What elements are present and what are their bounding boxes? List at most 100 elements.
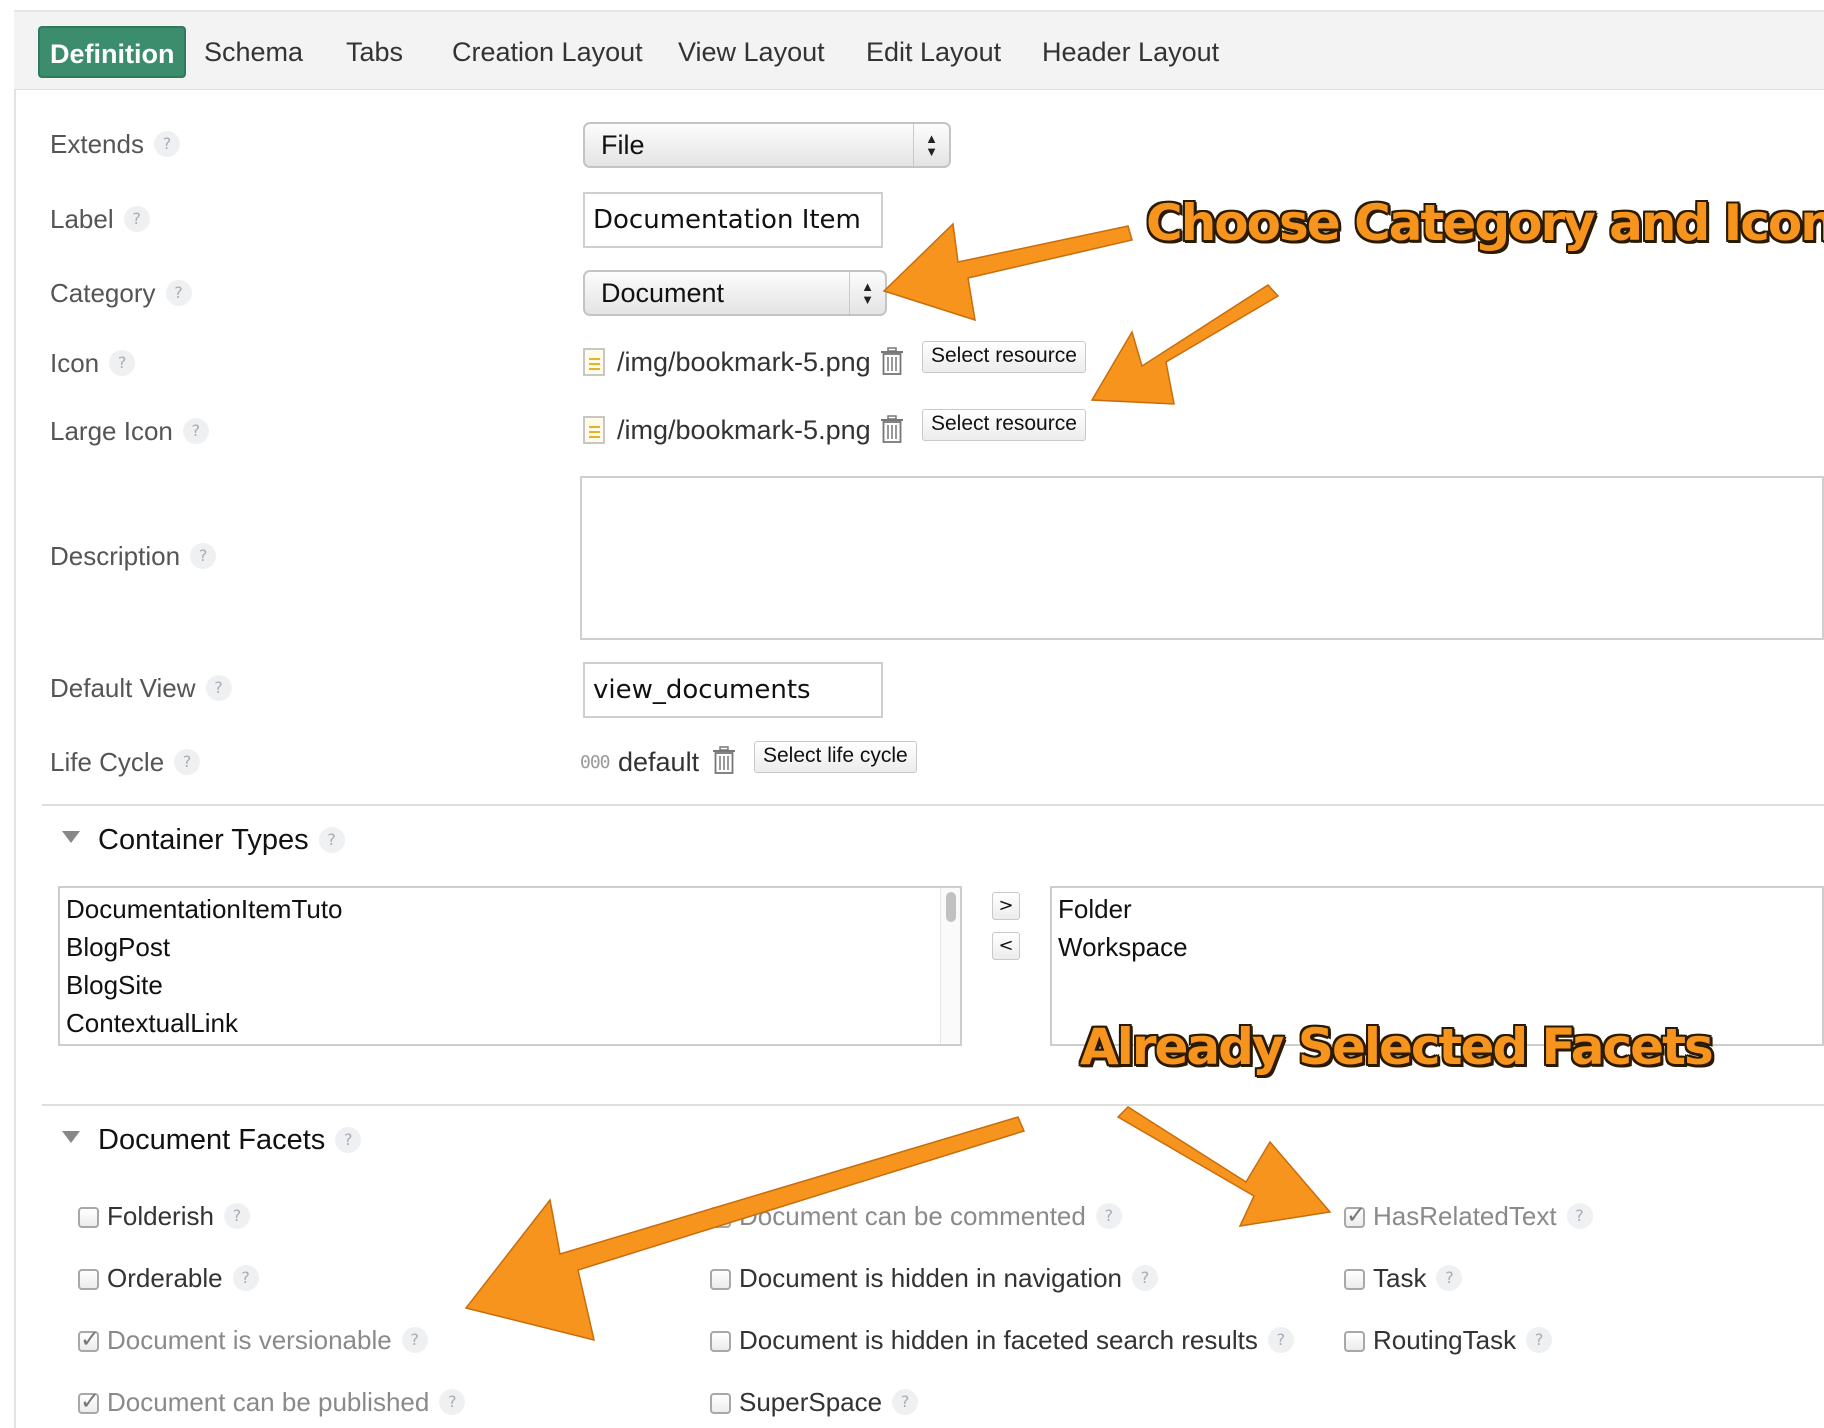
collapse-triangle-icon[interactable] xyxy=(62,831,80,843)
extends-label-text: Extends xyxy=(50,129,144,159)
facet-checkbox xyxy=(78,1387,100,1415)
facet-label: RoutingTask xyxy=(1373,1325,1517,1355)
scrollbar-thumb[interactable] xyxy=(946,892,956,922)
select-icon-resource-button[interactable]: Select resource xyxy=(922,341,1086,373)
trash-icon[interactable] xyxy=(880,415,904,443)
extends-select-value: File xyxy=(601,130,645,160)
arrow-to-right-facet xyxy=(1116,1106,1332,1227)
facet-checkbox xyxy=(710,1201,732,1229)
tab-schema[interactable]: Schema xyxy=(204,12,303,92)
life-cycle-icon: 000 xyxy=(580,752,610,773)
facet-label: HasRelatedText xyxy=(1373,1201,1557,1231)
facet-checkbox[interactable] xyxy=(710,1269,731,1290)
help-icon[interactable]: ? xyxy=(892,1389,919,1415)
container-types-title: Container Types xyxy=(98,824,309,856)
help-icon[interactable]: ? xyxy=(182,418,209,444)
tab-definition[interactable]: Definition xyxy=(38,26,187,78)
facet-label: SuperSpace xyxy=(739,1387,883,1417)
container-types-header[interactable]: Container Types? xyxy=(62,824,345,857)
label-label-text: Label xyxy=(50,204,114,234)
large-icon-path: /img/bookmark-5.png xyxy=(617,415,871,445)
help-icon[interactable]: ? xyxy=(1436,1265,1463,1291)
facet-routing-task: RoutingTask? xyxy=(1344,1325,1553,1356)
facet-label: Document is hidden in faceted search res… xyxy=(739,1325,1258,1355)
help-icon[interactable]: ? xyxy=(401,1327,428,1353)
annotation-choose-category: Choose Category and Icons xyxy=(1146,194,1824,252)
list-item[interactable]: Workspace xyxy=(1052,928,1822,966)
list-item[interactable]: ContextualLink xyxy=(60,1004,960,1042)
help-icon[interactable]: ? xyxy=(223,1203,250,1229)
facet-checkbox[interactable] xyxy=(1344,1331,1365,1352)
help-icon[interactable]: ? xyxy=(205,675,232,701)
arrow-to-select-resource xyxy=(1090,284,1280,405)
collapse-triangle-icon[interactable] xyxy=(62,1131,80,1143)
trash-icon[interactable] xyxy=(880,347,904,375)
category-select[interactable]: Document ▲ ▼ xyxy=(583,270,887,316)
icon-label-text: Icon xyxy=(50,348,100,378)
facet-label: Task xyxy=(1373,1263,1427,1293)
trash-icon[interactable] xyxy=(712,746,736,774)
help-icon[interactable]: ? xyxy=(232,1265,259,1291)
select-life-cycle-button[interactable]: Select life cycle xyxy=(754,741,917,773)
label-input[interactable]: Documentation Item xyxy=(583,192,883,248)
tab-tabs[interactable]: Tabs xyxy=(346,12,403,92)
help-icon[interactable]: ? xyxy=(439,1389,466,1415)
select-arrows-icon: ▲ ▼ xyxy=(913,124,949,166)
help-icon[interactable]: ? xyxy=(1095,1203,1122,1229)
help-icon[interactable]: ? xyxy=(123,206,150,232)
facet-commentable: Document can be commented? xyxy=(710,1201,1122,1232)
remove-container-type-button[interactable]: < xyxy=(992,932,1020,960)
facet-checkbox[interactable] xyxy=(710,1331,731,1352)
facet-label: Folderish xyxy=(107,1201,214,1231)
life-cycle-label: Life Cycle? xyxy=(50,747,201,778)
tab-edit-layout[interactable]: Edit Layout xyxy=(866,12,1001,92)
tab-creation-layout[interactable]: Creation Layout xyxy=(452,12,643,92)
facet-checkbox[interactable] xyxy=(78,1207,99,1228)
section-divider xyxy=(42,1104,1824,1106)
help-icon[interactable]: ? xyxy=(174,749,201,775)
list-item[interactable]: BlogSite xyxy=(60,966,960,1004)
description-label-text: Description xyxy=(50,541,181,571)
select-large-icon-resource-button[interactable]: Select resource xyxy=(922,409,1086,441)
help-icon[interactable]: ? xyxy=(1566,1203,1593,1229)
facet-label: Document can be commented xyxy=(739,1201,1086,1231)
life-cycle-value: default xyxy=(618,747,700,777)
facet-hidden-in-faceted-search: Document is hidden in faceted search res… xyxy=(710,1325,1294,1356)
arrow-to-category xyxy=(882,222,1133,322)
document-facets-header[interactable]: Document Facets? xyxy=(62,1124,362,1157)
category-label: Category? xyxy=(50,278,192,309)
facet-label: Orderable xyxy=(107,1263,223,1293)
file-icon xyxy=(583,348,605,376)
extends-label: Extends? xyxy=(50,129,180,160)
tab-header-layout[interactable]: Header Layout xyxy=(1042,12,1219,92)
help-icon[interactable]: ? xyxy=(1132,1265,1159,1291)
list-item[interactable]: DocumentationItemTuto xyxy=(60,890,960,928)
tab-bar: Definition Schema Tabs Creation Layout V… xyxy=(14,10,1824,90)
help-icon[interactable]: ? xyxy=(1526,1327,1553,1353)
help-icon[interactable]: ? xyxy=(190,543,217,569)
list-item[interactable]: BlogPost xyxy=(60,928,960,966)
facet-checkbox[interactable] xyxy=(710,1393,731,1414)
large-icon-label-text: Large Icon xyxy=(50,416,173,446)
help-icon[interactable]: ? xyxy=(153,131,180,157)
help-icon[interactable]: ? xyxy=(109,350,136,376)
facet-publishable: Document can be published? xyxy=(78,1387,466,1418)
scrollbar[interactable] xyxy=(940,888,960,1044)
category-label-text: Category xyxy=(50,278,156,308)
help-icon[interactable]: ? xyxy=(318,827,345,853)
list-item[interactable]: Folder xyxy=(1052,890,1822,928)
available-container-types-list[interactable]: DocumentationItemTuto BlogPost BlogSite … xyxy=(58,886,962,1046)
add-container-type-button[interactable]: > xyxy=(992,892,1020,920)
facet-label: Document can be published xyxy=(107,1387,430,1417)
facet-orderable: Orderable? xyxy=(78,1263,259,1294)
facet-label: Document is hidden in navigation xyxy=(739,1263,1123,1293)
facet-checkbox[interactable] xyxy=(78,1269,99,1290)
help-icon[interactable]: ? xyxy=(1267,1327,1294,1353)
tab-view-layout[interactable]: View Layout xyxy=(678,12,825,92)
default-view-input[interactable]: view_documents xyxy=(583,662,883,718)
help-icon[interactable]: ? xyxy=(335,1127,362,1153)
extends-select[interactable]: File ▲ ▼ xyxy=(583,122,951,168)
description-textarea[interactable] xyxy=(580,476,1824,640)
help-icon[interactable]: ? xyxy=(165,280,192,306)
facet-checkbox[interactable] xyxy=(1344,1269,1365,1290)
